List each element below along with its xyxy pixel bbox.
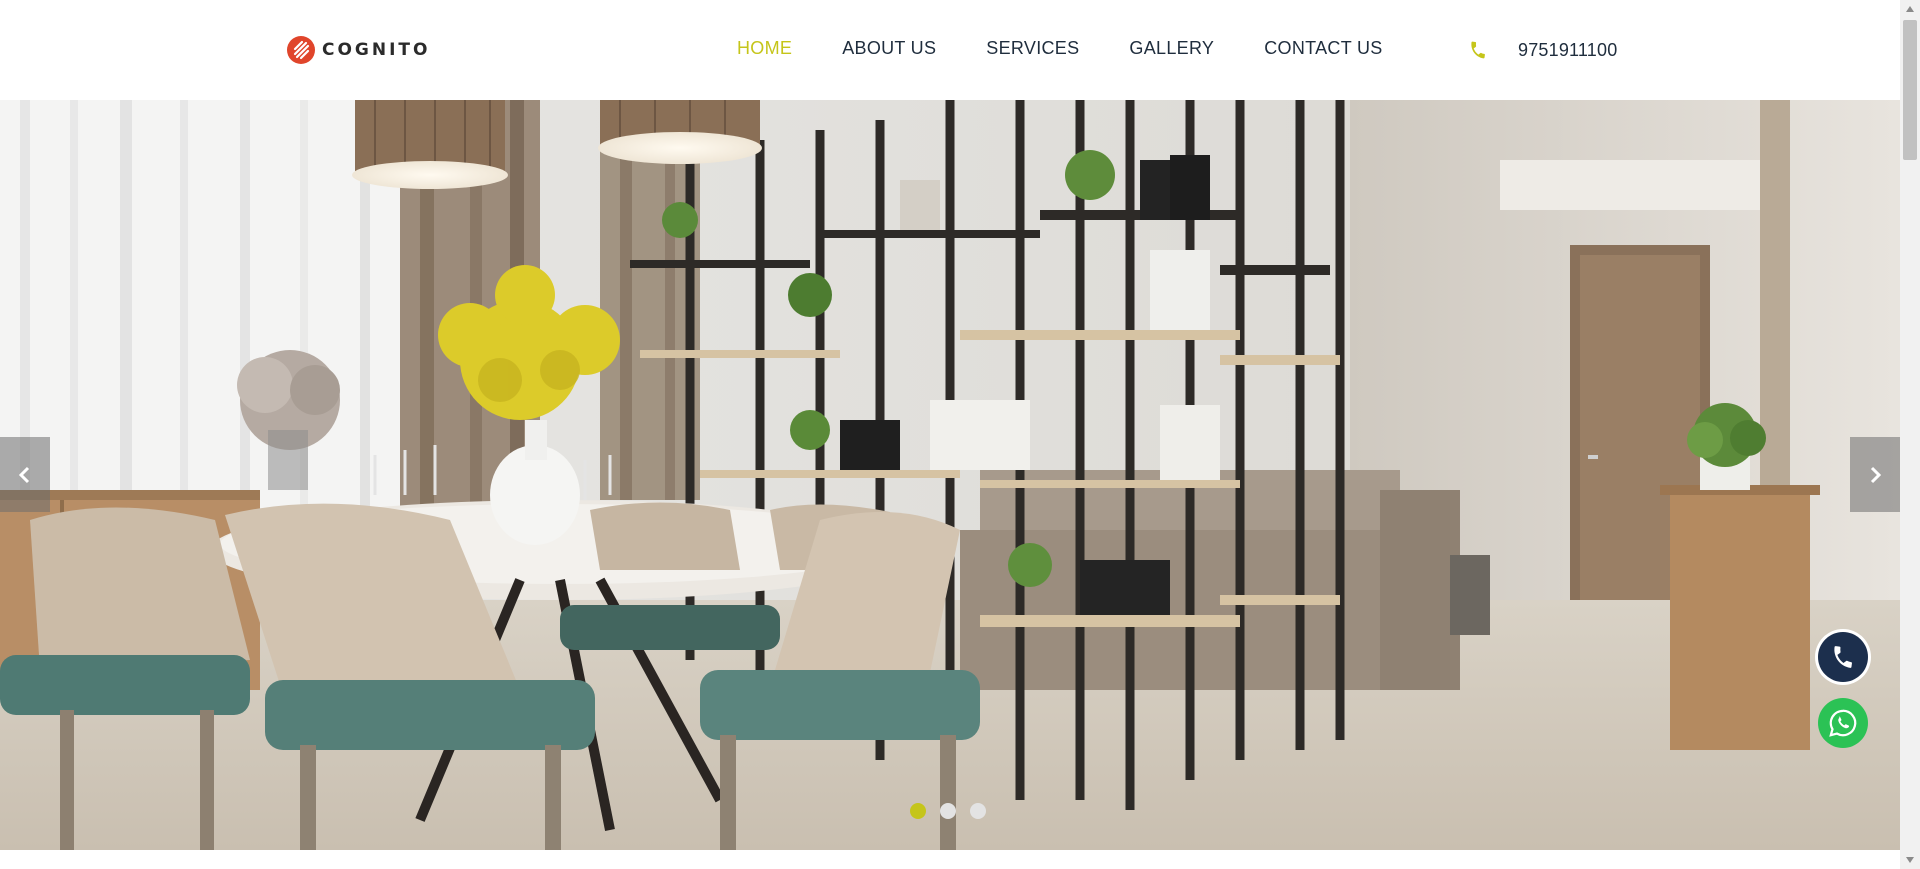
site-header: COGNITO HOME ABOUT US SERVICES GALLERY C… <box>0 0 1900 100</box>
cognito-logo-icon <box>287 36 315 64</box>
slider-dot-3[interactable] <box>970 803 986 819</box>
scroll-down-arrow-icon[interactable] <box>1900 851 1920 869</box>
floating-call-button[interactable] <box>1818 632 1868 682</box>
phone-icon <box>1471 41 1485 59</box>
nav-item-contact-us[interactable]: CONTACT US <box>1264 38 1382 62</box>
slider-next-button[interactable] <box>1850 437 1900 512</box>
phone-number: 9751911100 <box>1518 39 1618 60</box>
scroll-up-arrow-icon[interactable] <box>1900 0 1920 18</box>
slider-pagination <box>910 803 986 819</box>
page-scrollbar[interactable] <box>1900 0 1920 869</box>
dining-room-interior-photo <box>0 100 1900 850</box>
main-nav: HOME ABOUT US SERVICES GALLERY CONTACT U… <box>737 38 1433 62</box>
slider-dot-2[interactable] <box>940 803 956 819</box>
hero-slider <box>0 100 1900 850</box>
nav-item-home[interactable]: HOME <box>737 38 792 62</box>
scrollbar-thumb[interactable] <box>1903 20 1917 160</box>
header-phone[interactable]: 9751911100 <box>1468 36 1617 64</box>
phone-icon <box>1834 646 1852 668</box>
chevron-left-icon <box>18 466 30 483</box>
nav-item-services[interactable]: SERVICES <box>986 38 1079 62</box>
brand-logo[interactable]: COGNITO <box>286 34 430 66</box>
slider-prev-button[interactable] <box>0 437 50 512</box>
whatsapp-icon <box>1829 709 1857 737</box>
slider-dot-1[interactable] <box>910 803 926 819</box>
floating-whatsapp-button[interactable] <box>1818 698 1868 748</box>
brand-name: COGNITO <box>322 40 431 60</box>
chevron-right-icon <box>1870 466 1882 483</box>
nav-item-about-us[interactable]: ABOUT US <box>842 38 936 62</box>
nav-item-gallery[interactable]: GALLERY <box>1129 38 1214 62</box>
